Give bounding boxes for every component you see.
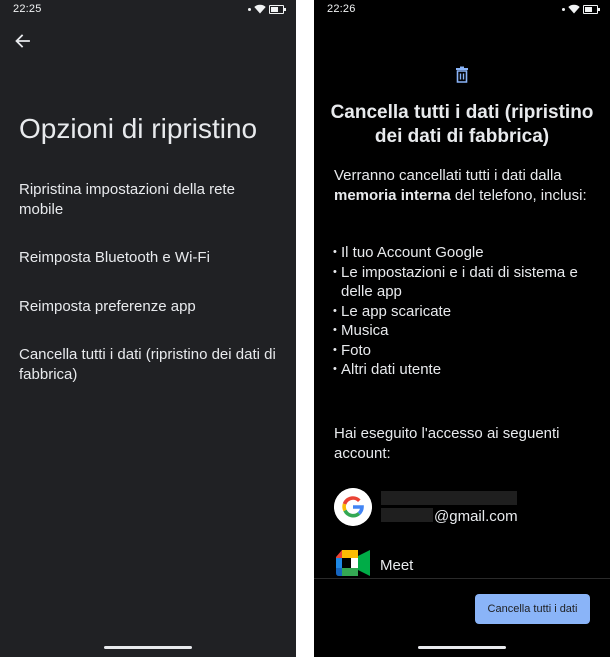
option-reset-mobile-network[interactable]: Ripristina impostazioni della rete mobil… (19, 180, 281, 220)
redacted-account-name (381, 491, 517, 505)
option-reset-bluetooth-wifi[interactable]: Reimposta Bluetooth e Wi-Fi (19, 248, 281, 268)
trash-icon (456, 66, 468, 83)
account-email: @gmail.com (434, 508, 518, 525)
status-icons (248, 4, 286, 14)
erased-data-list: Il tuo Account Google Le impostazioni e … (333, 243, 603, 380)
meet-logo-icon (336, 550, 370, 576)
intro-text-start: Verranno cancellati tutti i dati dalla (334, 167, 562, 184)
gesture-nav-bar[interactable] (104, 646, 192, 649)
status-bar: 22:26 (314, 0, 610, 20)
intro-text-end: del telefono, inclusi: (450, 186, 587, 204)
gesture-nav-bar[interactable] (418, 646, 506, 649)
battery-icon (269, 4, 286, 14)
page-title: Opzioni di ripristino (19, 113, 258, 144)
accounts-heading: Hai eseguito l'accesso ai seguenti accou… (334, 425, 560, 462)
notification-dot-icon (562, 7, 565, 11)
meet-label: Meet (380, 557, 414, 574)
erase-title: Cancella tutti i dati (ripristino dei da… (330, 102, 594, 147)
list-item: Il tuo Account Google (333, 243, 603, 263)
reset-options-screen: 22:25 Opzioni di ripristino Ripristina i… (0, 0, 296, 657)
list-item: Le app scaricate (333, 302, 603, 322)
list-item: Foto (333, 341, 603, 361)
bottom-divider (314, 578, 610, 579)
wifi-icon (568, 4, 580, 14)
list-item: Le impostazioni e i dati di sistema e de… (333, 263, 603, 302)
erase-intro-text: Verranno cancellati tutti i dati dalla m… (334, 166, 600, 205)
list-item: Altri dati utente (333, 360, 603, 380)
status-icons (562, 4, 600, 14)
wifi-icon (254, 4, 266, 14)
option-reset-app-preferences[interactable]: Reimposta preferenze app (19, 297, 281, 317)
erase-all-data-button[interactable]: Cancella tutti i dati (475, 594, 590, 624)
intro-text-bold: memoria interna (334, 186, 451, 204)
google-account-row: @gmail.com (334, 488, 604, 528)
redacted-email-user (381, 508, 433, 522)
list-item: Musica (333, 321, 603, 341)
battery-icon (583, 4, 600, 14)
google-logo-icon (334, 488, 372, 526)
status-time: 22:25 (13, 3, 42, 15)
status-time: 22:26 (327, 3, 356, 15)
back-arrow-icon[interactable] (12, 31, 34, 51)
meet-account-row: Meet (334, 548, 534, 580)
erase-all-data-screen: 22:26 Cancella tutti i dati (ripristino … (314, 0, 610, 657)
option-erase-all-data[interactable]: Cancella tutti i dati (ripristino dei da… (19, 345, 281, 385)
status-bar: 22:25 (0, 0, 296, 20)
notification-dot-icon (248, 7, 251, 11)
